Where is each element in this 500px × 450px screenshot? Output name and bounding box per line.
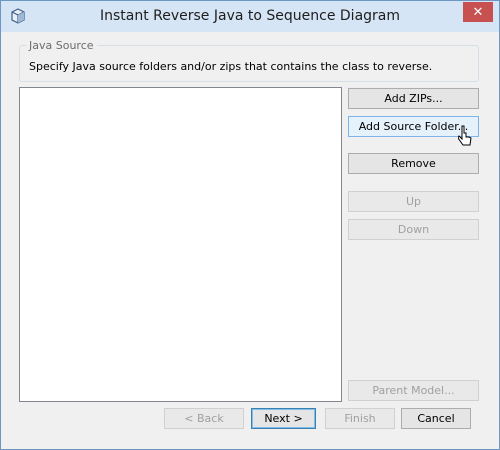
- cancel-button[interactable]: Cancel: [401, 408, 471, 429]
- group-description: Specify Java source folders and/or zips …: [29, 60, 433, 73]
- close-icon: ✕: [472, 4, 484, 20]
- source-list[interactable]: [19, 87, 342, 402]
- back-button[interactable]: < Back: [164, 408, 244, 429]
- parent-model-button[interactable]: Parent Model...: [348, 380, 479, 401]
- next-button[interactable]: Next >: [251, 408, 316, 429]
- dialog-window: Instant Reverse Java to Sequence Diagram…: [0, 0, 500, 450]
- close-button[interactable]: ✕: [463, 2, 493, 22]
- java-source-group: Java Source Specify Java source folders …: [19, 39, 479, 82]
- window-title: Instant Reverse Java to Sequence Diagram: [99, 8, 401, 24]
- down-button[interactable]: Down: [348, 219, 479, 240]
- title-bar[interactable]: Instant Reverse Java to Sequence Diagram…: [1, 1, 499, 32]
- group-legend: Java Source: [26, 39, 97, 52]
- finish-button[interactable]: Finish: [325, 408, 395, 429]
- pointer-cursor-icon: [458, 125, 472, 146]
- add-zips-button[interactable]: Add ZIPs...: [348, 88, 479, 109]
- remove-button[interactable]: Remove: [348, 153, 479, 174]
- dialog-content: Java Source Specify Java source folders …: [8, 32, 492, 442]
- up-button[interactable]: Up: [348, 191, 479, 212]
